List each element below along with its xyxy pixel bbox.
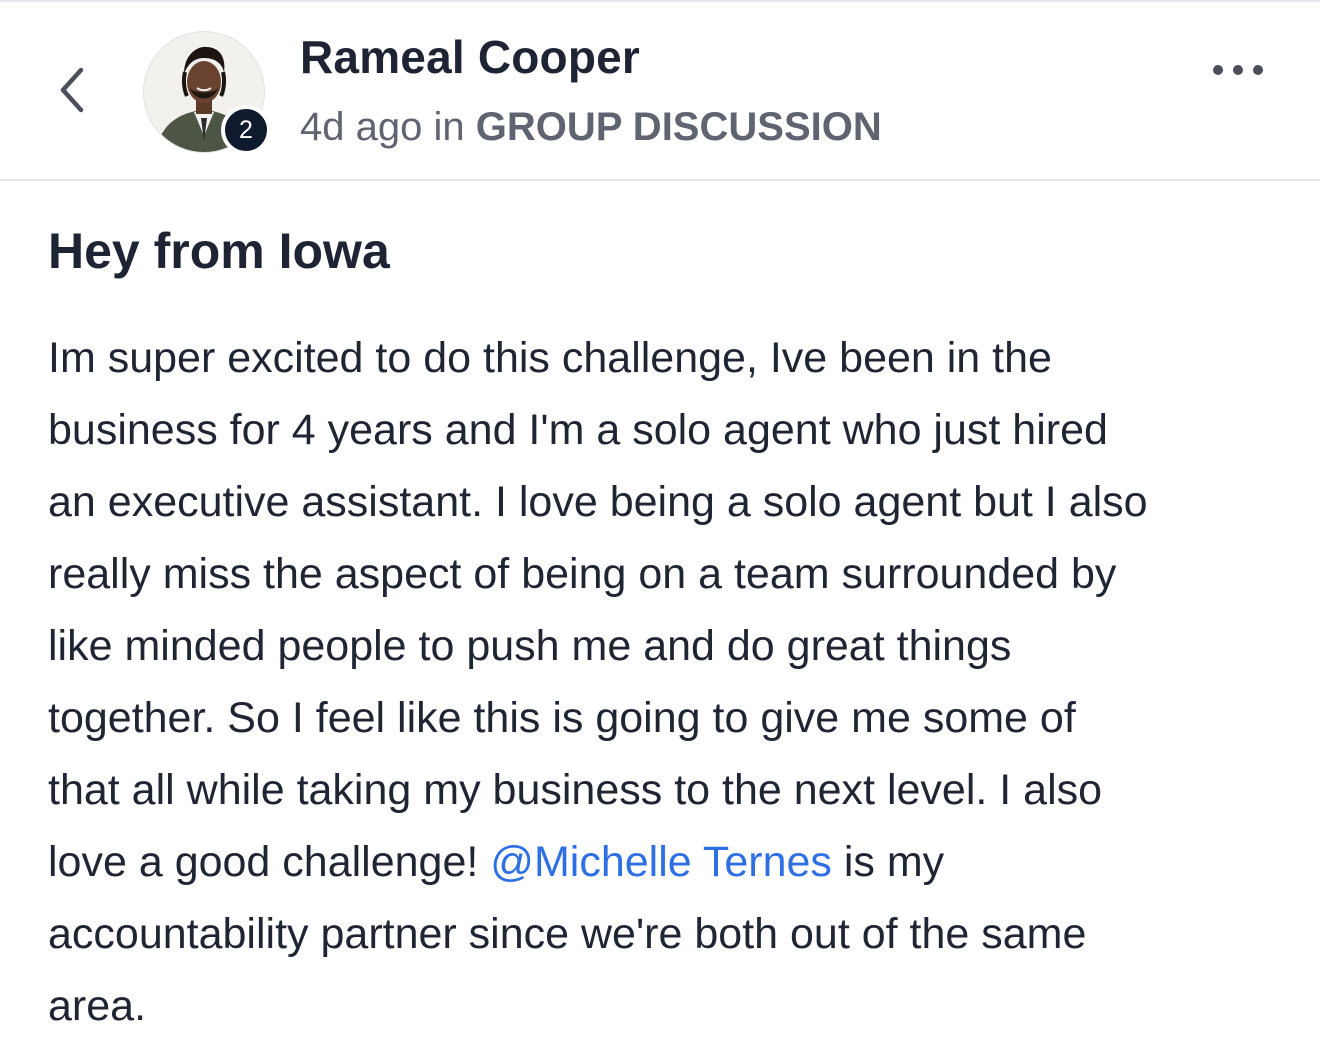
author-avatar-group[interactable]: 2 [143,31,271,155]
body-line: area. [48,982,147,1030]
body-line: business for 4 years and I'm a solo agen… [48,406,1108,454]
chevron-left-icon [57,66,87,119]
body-line: accountability partner since we're both … [48,910,1087,958]
body-text: love a good challenge! [48,838,479,886]
post-title: Hey from Iowa [48,223,390,279]
time-ago: 4d ago [300,105,423,149]
avatar-badge: 2 [221,105,271,155]
group-name-link[interactable]: GROUP DISCUSSION [476,105,882,149]
more-options-button[interactable] [1206,52,1270,92]
body-line: that all while taking my business to the… [48,766,1103,814]
body-line: together. So I feel like this is going t… [48,694,1076,742]
more-horizontal-icon [1212,63,1264,81]
in-label: in [433,105,465,149]
body-text: is my [843,838,945,886]
author-name[interactable]: Rameal Cooper [300,30,640,84]
post-body: Im super excited to do this challenge, I… [48,322,1288,1042]
user-mention-link[interactable]: @Michelle Ternes [490,838,832,886]
post-meta: 4d ago in GROUP DISCUSSION [300,105,882,150]
body-line-mention: love a good challenge! @Michelle Ternes … [48,826,1288,898]
body-line: like minded people to push me and do gre… [48,622,1012,670]
back-button[interactable] [50,64,94,120]
post-header: 2 Rameal Cooper 4d ago in GROUP DISCUSSI… [0,0,1320,181]
body-line: really miss the aspect of being on a tea… [48,550,1117,598]
body-line: an executive assistant. I love being a s… [48,478,1148,526]
body-line: Im super excited to do this challenge, I… [48,334,1052,382]
